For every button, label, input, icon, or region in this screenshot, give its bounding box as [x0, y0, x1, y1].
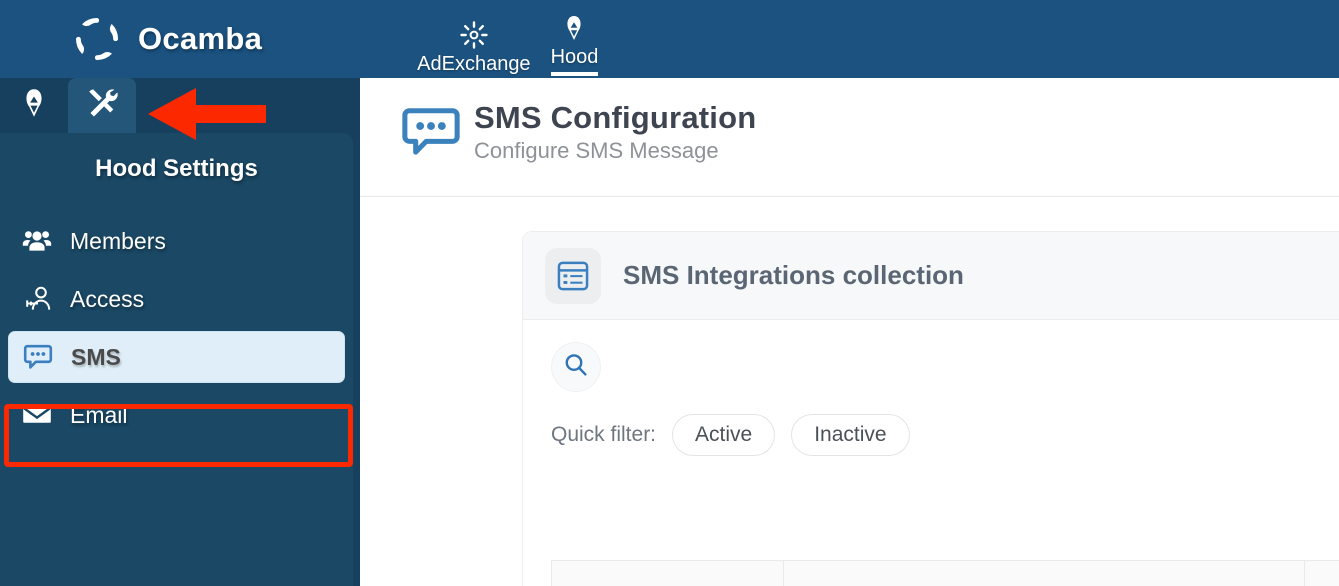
page-header-text: SMS Configuration Configure SMS Message: [474, 100, 756, 164]
card-title: SMS Integrations collection: [623, 260, 964, 290]
nav-item-hood[interactable]: Hood: [541, 13, 609, 76]
sidebar-item-access-label: Access: [70, 285, 145, 312]
page-title: SMS Configuration: [474, 100, 757, 135]
hood-figure-icon: [560, 13, 588, 43]
top-navigation: AdExchange Hood: [407, 0, 608, 78]
sidebar-panel: Hood Settings Members Access SMS Email: [0, 133, 353, 586]
top-header-bar: Ocamba AdExchange Hood: [0, 0, 1339, 78]
users-group-icon: [22, 226, 62, 256]
sidebar-tabs: [0, 78, 360, 133]
sidebar: Hood Settings Members Access SMS Email: [0, 78, 360, 586]
quick-filter-active[interactable]: Active: [672, 414, 776, 456]
card-header: SMS Integrations collection: [523, 232, 1339, 320]
search-button[interactable]: [551, 342, 601, 392]
sms-bubble-icon: [400, 104, 462, 165]
quick-filter-row: Quick filter: Active Inactive: [551, 414, 1339, 456]
card-body: Quick filter: Active Inactive: [523, 320, 1339, 456]
nav-item-hood-label: Hood: [550, 45, 599, 76]
table-list-icon: [545, 247, 601, 304]
column-header-status[interactable]: Status: [552, 561, 784, 586]
sunburst-icon: [460, 20, 488, 50]
nav-item-adexchange-label: AdExchange: [417, 53, 531, 75]
sidebar-item-email-label: Email: [70, 401, 128, 428]
sidebar-tab-settings[interactable]: [68, 78, 136, 133]
ocamba-ring-logo-icon: [72, 14, 122, 64]
magnifier-icon: [563, 352, 589, 383]
page-header: SMS Configuration Configure SMS Message: [360, 78, 1339, 165]
page-subtitle: Configure SMS Message: [474, 138, 719, 163]
brand-name: Ocamba: [138, 21, 263, 56]
sidebar-menu: Members Access SMS Email: [0, 215, 353, 441]
table-header-row: Status Name: [551, 560, 1339, 586]
main-content: SMS Configuration Configure SMS Message: [360, 78, 1339, 586]
sms-integrations-card: SMS Integrations collection Quick filter…: [522, 231, 1339, 586]
nav-item-adexchange[interactable]: AdExchange: [407, 20, 540, 76]
sidebar-item-sms[interactable]: SMS: [8, 331, 345, 383]
sidebar-item-access[interactable]: Access: [8, 273, 345, 325]
sidebar-item-sms-label: SMS: [71, 343, 121, 370]
user-key-icon: [22, 284, 62, 314]
sidebar-title: Hood Settings: [95, 155, 258, 182]
sidebar-item-members-label: Members: [70, 227, 166, 254]
integrations-table: Status Name: [551, 560, 1339, 586]
header-divider: [360, 196, 1339, 197]
hood-figure-icon: [18, 87, 50, 124]
quick-filter-inactive[interactable]: Inactive: [791, 414, 910, 456]
sms-bubble-icon: [23, 342, 63, 372]
sidebar-tab-hood[interactable]: [0, 78, 68, 133]
column-header-extra[interactable]: [1305, 561, 1339, 586]
sidebar-item-email[interactable]: Email: [8, 389, 345, 441]
brand[interactable]: Ocamba: [72, 14, 262, 64]
app-root: Ocamba AdExchange Hood Hood Settings Mem…: [0, 0, 1339, 586]
column-header-name[interactable]: Name: [784, 561, 1306, 586]
quick-filter-label: Quick filter:: [551, 423, 657, 446]
sidebar-item-members[interactable]: Members: [8, 215, 345, 267]
envelope-icon: [22, 400, 62, 430]
tools-wrench-screwdriver-icon: [85, 86, 119, 125]
